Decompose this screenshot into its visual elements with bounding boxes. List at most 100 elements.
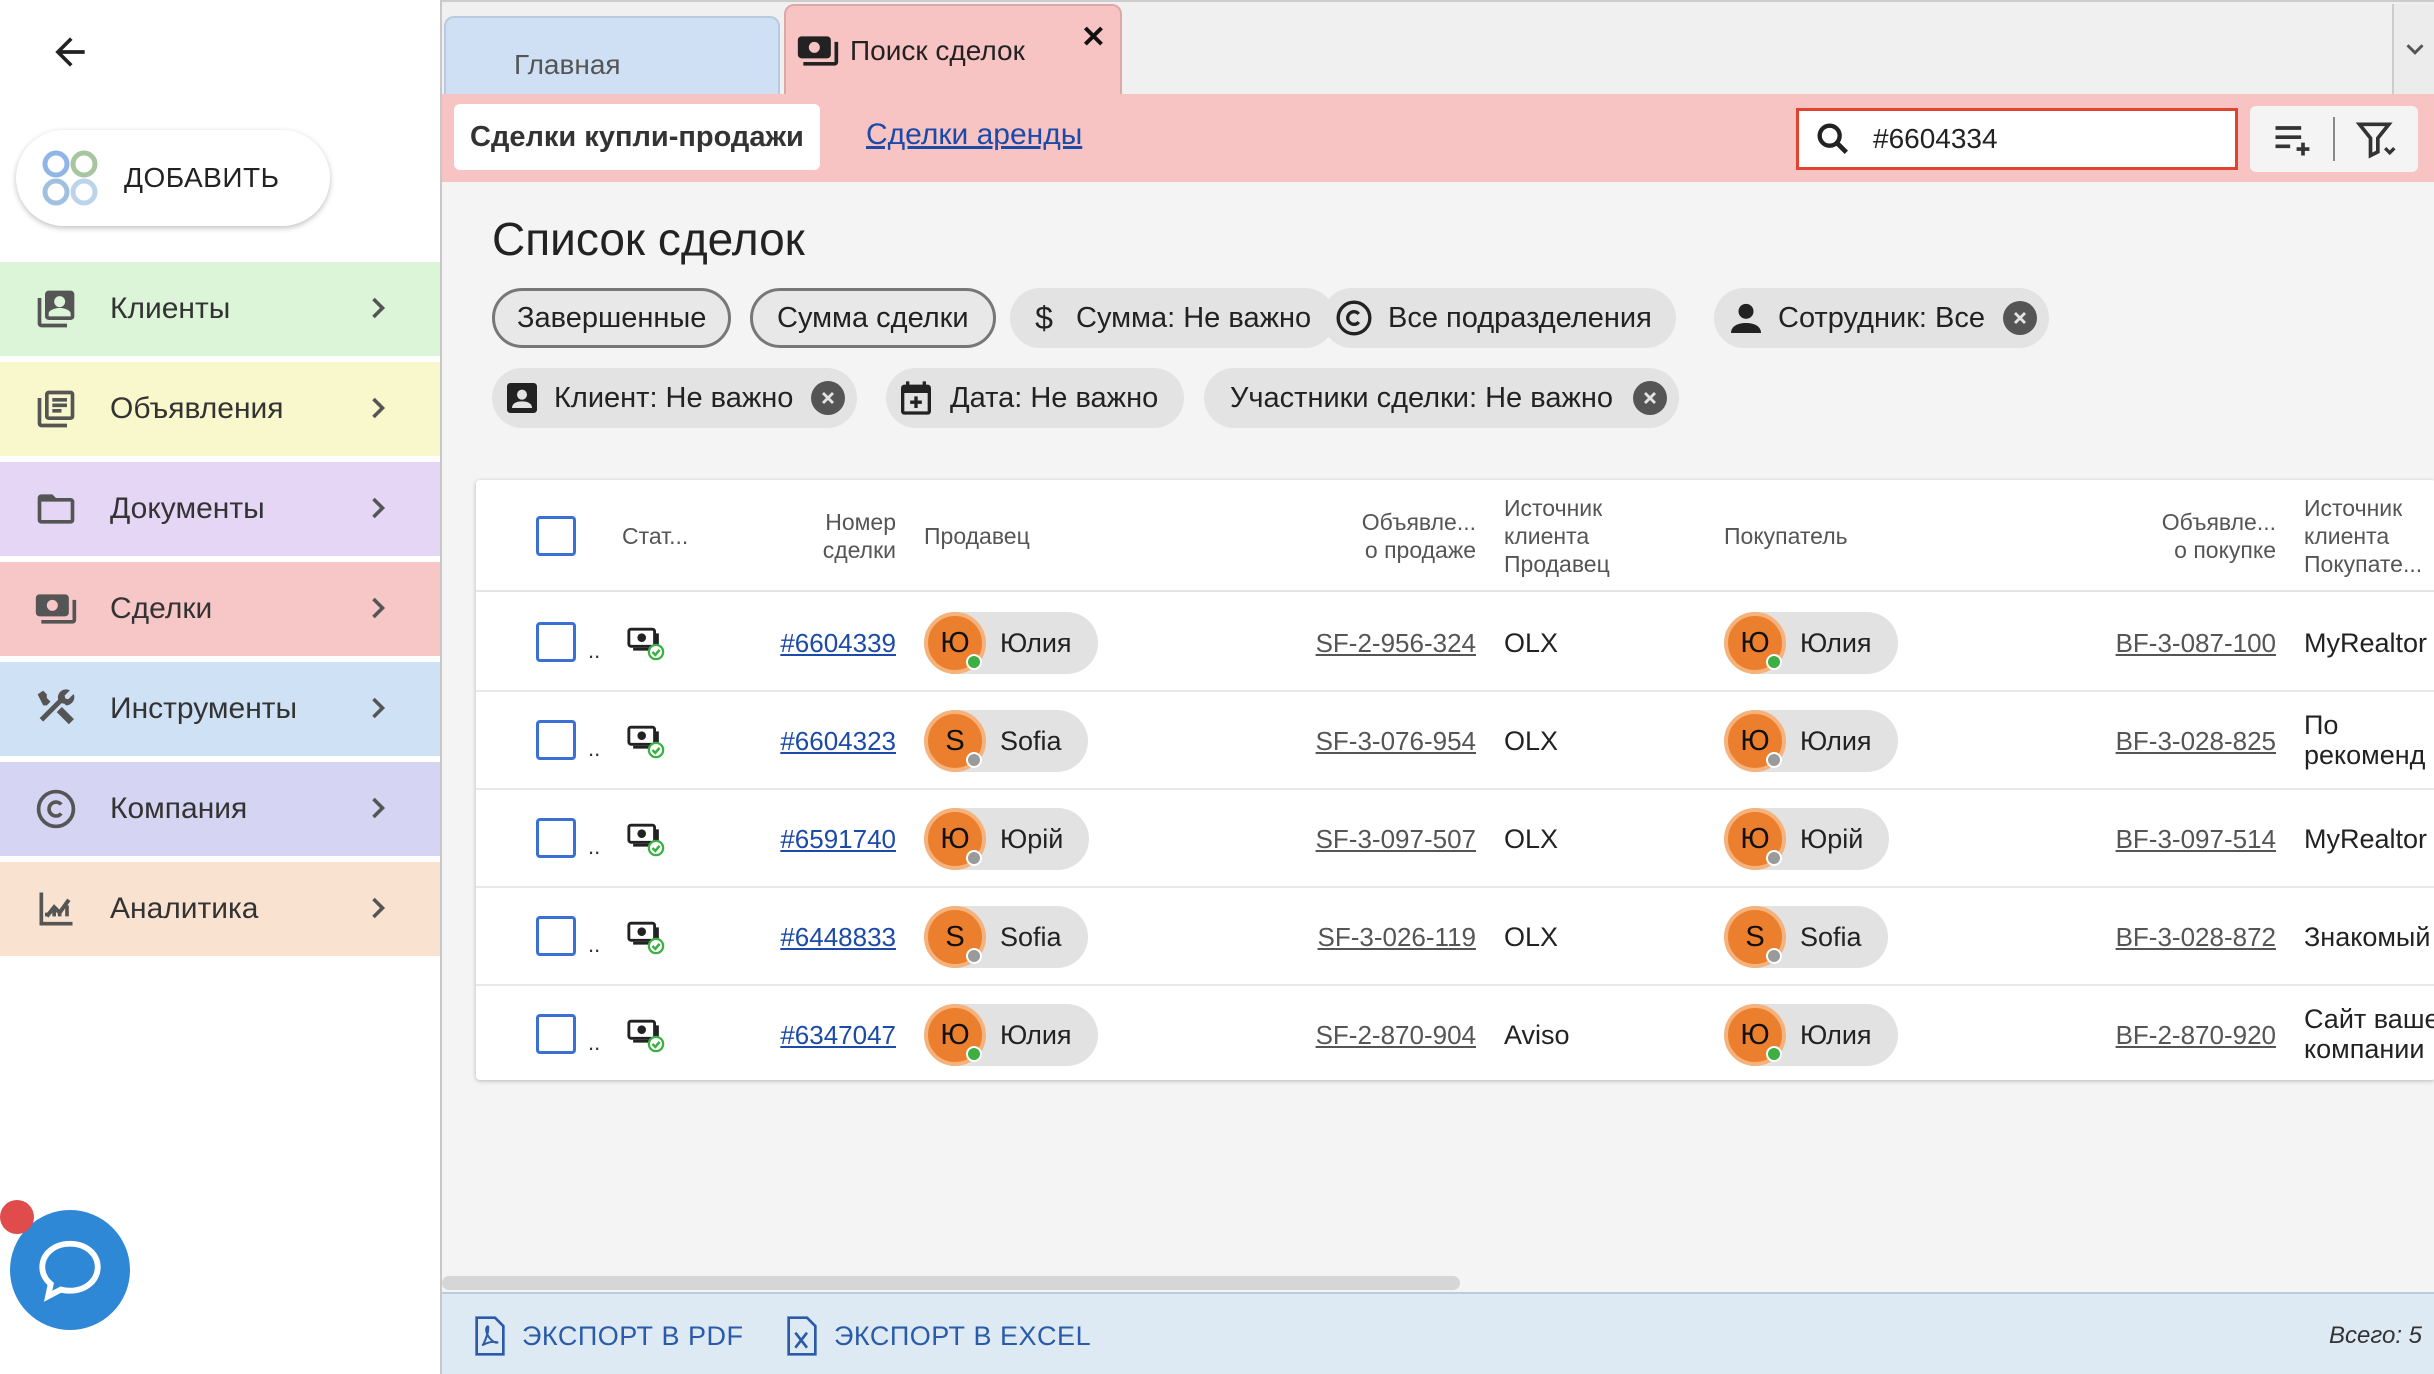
sale-ad-link[interactable]: SF-3-026-119 — [1296, 922, 1477, 953]
deal-number-link[interactable]: #6604323 — [762, 726, 896, 757]
chip-date[interactable]: Дата: Не важно — [886, 368, 1185, 428]
buy-ad-link[interactable]: BF-3-087-100 — [2096, 628, 2276, 659]
export-excel-label: ЭКСПОРТ В EXCEL — [834, 1320, 1092, 1351]
buyer-chip[interactable]: S Sofia — [1724, 906, 1888, 968]
header-buyer[interactable]: Покупатель — [1724, 522, 1848, 550]
excel-file-icon — [787, 1316, 817, 1356]
export-excel-button[interactable]: ЭКСПОРТ В EXCEL — [784, 1316, 1091, 1356]
remove-chip-icon[interactable] — [811, 381, 846, 415]
search-field[interactable] — [1796, 108, 2238, 170]
header-sale-ad[interactable]: Объявле... о продаже — [1326, 508, 1476, 564]
chip-employee[interactable]: Сотрудник: Все — [1714, 288, 2049, 348]
seller-chip[interactable]: Ю Юлия — [924, 612, 1098, 674]
back-button[interactable] — [40, 22, 100, 82]
table-row[interactable]: .. #6347047 Ю Юлия SF-2-870-904 Aviso Ю Юлия BF-… — [476, 986, 2434, 1080]
header-buyer-source[interactable]: Источник клиента Покупате... — [2304, 494, 2422, 578]
seller-name: Sofia — [1000, 921, 1062, 952]
sale-ad-link[interactable]: SF-3-076-954 — [1296, 726, 1476, 757]
header-text: о покупке — [2174, 537, 2276, 563]
sidebar-item-documents[interactable]: Документы — [0, 462, 440, 556]
tab-deal-search[interactable]: Поиск сделок ✕ — [784, 4, 1122, 96]
chip-client[interactable]: Клиент: Не важно — [492, 368, 858, 428]
select-all-checkbox[interactable] — [536, 516, 576, 556]
sidebar-item-deals[interactable]: Сделки — [0, 562, 440, 656]
buyer-source-line: Сайт ваше — [2304, 1004, 2434, 1034]
table-row[interactable]: .. #6604323 S Sofia SF-3-076-954 OLX Ю Юлия BF-3… — [476, 692, 2434, 790]
add-button[interactable]: ДОБАВИТЬ — [16, 130, 330, 226]
sale-ad-link[interactable]: SF-2-956-324 — [1296, 628, 1476, 659]
subtab-sales[interactable]: Сделки купли-продажи — [454, 104, 820, 170]
sale-ad-link[interactable]: SF-3-097-507 — [1296, 824, 1476, 855]
analytics-icon — [32, 885, 80, 933]
tools-icon — [32, 685, 80, 733]
buyer-chip[interactable]: Ю Юлия — [1724, 612, 1898, 674]
chevron-right-icon — [372, 397, 386, 419]
header-buy-ad[interactable]: Объявле... о покупке — [2126, 508, 2276, 564]
status-icon — [626, 916, 666, 961]
calendar-add-icon — [896, 378, 936, 418]
sidebar-item-listings[interactable]: Объявления — [0, 362, 440, 456]
add-filter-button[interactable] — [2250, 106, 2333, 172]
sale-ad-link[interactable]: SF-2-870-904 — [1296, 1020, 1476, 1051]
buy-ad-link[interactable]: BF-2-870-920 — [2096, 1020, 2276, 1051]
status-icon — [626, 622, 666, 667]
remove-chip-icon[interactable] — [2002, 301, 2037, 335]
header-number[interactable]: Номер сделки — [776, 508, 896, 564]
row-checkbox[interactable] — [536, 818, 576, 858]
seller-chip[interactable]: S Sofia — [924, 710, 1088, 772]
chip-divisions[interactable]: Все подразделения — [1322, 288, 1676, 348]
buy-ad-link[interactable]: BF-3-097-514 — [2096, 824, 2276, 855]
header-status[interactable]: Стат... — [622, 522, 688, 550]
export-pdf-button[interactable]: ЭКСПОРТ В PDF — [472, 1316, 744, 1356]
header-seller-source[interactable]: Источник клиента Продавец — [1504, 494, 1610, 578]
buy-ad-link[interactable]: BF-3-028-872 — [2096, 922, 2276, 953]
remove-chip-icon[interactable] — [1633, 381, 1667, 415]
chip-deal-sum[interactable]: Сумма сделки — [750, 288, 996, 348]
table-row[interactable]: .. #6604339 Ю Юлия SF-2-956-324 OLX Ю Юлия BF-3-… — [476, 594, 2434, 692]
sidebar-item-clients[interactable]: Клиенты — [0, 262, 440, 356]
tab-overflow-button[interactable] — [2392, 4, 2434, 94]
sidebar-item-tools[interactable]: Инструменты — [0, 662, 440, 756]
tab-bar: Главная Поиск сделок ✕ — [442, 0, 2434, 96]
close-icon[interactable]: ✕ — [1081, 20, 1106, 55]
filter-button[interactable] — [2335, 106, 2418, 172]
copyright-icon — [1334, 298, 1374, 338]
presence-dot — [966, 850, 982, 866]
row-dots: .. — [588, 932, 601, 957]
buyer-chip[interactable]: Ю Юлия — [1724, 1004, 1898, 1066]
subtab-rent[interactable]: Сделки аренды — [866, 118, 1082, 152]
horizontal-scrollbar[interactable] — [442, 1276, 1460, 1290]
deal-number-link[interactable]: #6347047 — [762, 1020, 896, 1051]
header-seller[interactable]: Продавец — [924, 522, 1030, 550]
avatar: Ю — [924, 1004, 986, 1066]
listings-icon — [32, 385, 80, 433]
row-checkbox[interactable] — [536, 1014, 576, 1054]
row-checkbox[interactable] — [536, 916, 576, 956]
table-row[interactable]: .. #6591740 Ю Юрій SF-3-097-507 OLX Ю Юрій BF-3-… — [476, 790, 2434, 888]
deal-number-link[interactable]: #6604339 — [762, 628, 896, 659]
seller-chip[interactable]: Ю Юрій — [924, 808, 1090, 870]
tab-home[interactable]: Главная — [444, 16, 780, 96]
buy-ad-link[interactable]: BF-3-028-825 — [2096, 726, 2276, 757]
chevron-right-icon — [372, 797, 386, 819]
row-checkbox[interactable] — [536, 622, 576, 662]
seller-source: OLX — [1504, 628, 1559, 658]
buyer-chip[interactable]: Ю Юлия — [1724, 710, 1898, 772]
header-text: Объявле... — [2161, 509, 2276, 535]
sidebar-item-company[interactable]: Компания — [0, 762, 440, 856]
search-input[interactable] — [1873, 123, 2213, 155]
chip-completed[interactable]: Завершенные — [492, 288, 732, 348]
seller-chip[interactable]: S Sofia — [924, 906, 1088, 968]
buyer-chip[interactable]: Ю Юрій — [1724, 808, 1890, 870]
seller-chip[interactable]: Ю Юлия — [924, 1004, 1098, 1066]
table-row[interactable]: .. #6448833 S Sofia SF-3-026-119 OLX S Sofia BF-… — [476, 888, 2434, 986]
sidebar-item-analytics[interactable]: Аналитика — [0, 862, 440, 956]
chip-amount[interactable]: $ Сумма: Не важно — [1010, 288, 1336, 348]
deal-number-link[interactable]: #6591740 — [762, 824, 896, 855]
chip-participants[interactable]: Участники сделки: Не важно — [1204, 368, 1679, 428]
search-icon — [1817, 123, 1848, 154]
export-pdf-label: ЭКСПОРТ В PDF — [522, 1320, 744, 1351]
deal-number-link[interactable]: #6448833 — [762, 922, 896, 953]
buyer-source-line: Знакомый — [2304, 922, 2431, 952]
row-checkbox[interactable] — [536, 720, 576, 760]
